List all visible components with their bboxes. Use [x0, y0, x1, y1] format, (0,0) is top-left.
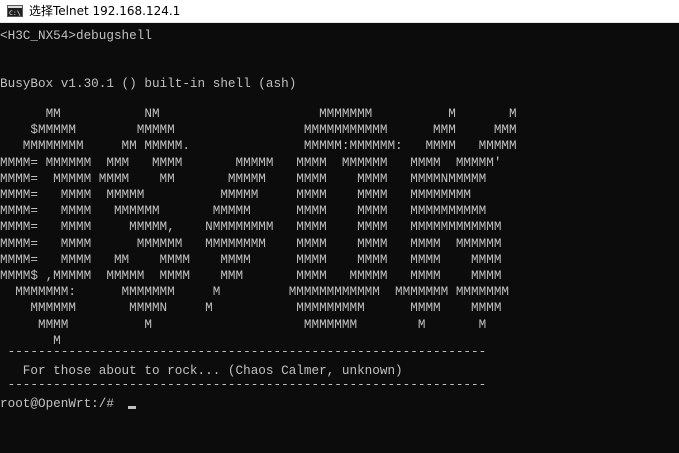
svg-text:C:\: C:\ [9, 9, 21, 17]
terminal-area[interactable]: <H3C_NX54>debugshell BusyBox v1.30.1 () … [0, 24, 679, 453]
telnet-window: C:\ 选择Telnet 192.168.124.1 <H3C_NX54>deb… [0, 0, 679, 453]
busybox-version-line: BusyBox v1.30.1 () built-in shell (ash) [0, 76, 297, 91]
banner-divider-bottom: ----------------------------------------… [0, 377, 487, 392]
console-icon: C:\ [7, 5, 23, 17]
openwrt-ascii-banner: MM NM MMMMMMM M M $MMMMM MMMMM MMMMMMMMM… [0, 106, 517, 348]
command-line: <H3C_NX54>debugshell [0, 28, 152, 43]
banner-divider-top: ----------------------------------------… [0, 344, 487, 359]
title-bar[interactable]: C:\ 选择Telnet 192.168.124.1 [0, 0, 679, 23]
text-cursor [128, 406, 136, 409]
shell-prompt: root@OpenWrt:/# [0, 396, 114, 411]
window-title: 选择Telnet 192.168.124.1 [29, 3, 181, 18]
